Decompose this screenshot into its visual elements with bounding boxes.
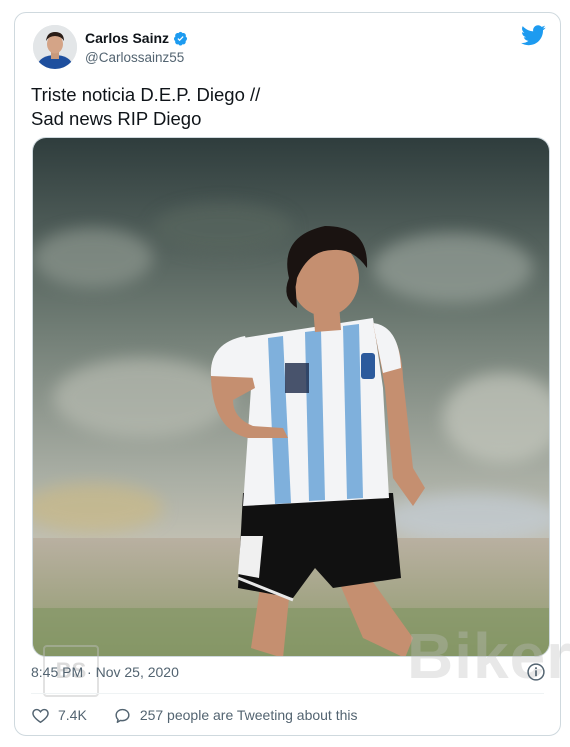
tweet-card[interactable]: Carlos Sainz @Carlossainz55 Triste notic… (14, 12, 570, 736)
conversation-text[interactable]: 257 people are Tweeting about this (140, 707, 358, 723)
meta-separator: · (83, 664, 96, 680)
tweet-timestamp[interactable]: 8:45 PM · Nov 25, 2020 (31, 664, 179, 680)
tweet-actions: 7.4K 257 people are Tweeting about this (31, 703, 384, 727)
twitter-bird-icon[interactable] (521, 25, 546, 46)
tweet-text-line-1: Triste noticia D.E.P. Diego // (31, 84, 261, 105)
footballer-photo[interactable] (33, 138, 550, 657)
avatar[interactable] (33, 25, 77, 69)
author-handle[interactable]: @Carlossainz55 (85, 50, 184, 65)
tweet-text-line-2: Sad news RIP Diego (31, 108, 202, 129)
info-icon[interactable] (526, 662, 546, 682)
verified-badge-icon (174, 31, 188, 45)
tweet-photo[interactable] (32, 137, 550, 657)
divider (31, 693, 544, 694)
like-button[interactable]: 7.4K (31, 706, 87, 725)
heart-icon[interactable] (31, 706, 50, 725)
author-name[interactable]: Carlos Sainz (85, 30, 188, 46)
tweet-text: Triste noticia D.E.P. Diego // Sad news … (31, 83, 541, 131)
tweet-date[interactable]: Nov 25, 2020 (96, 664, 179, 680)
author-name-text[interactable]: Carlos Sainz (85, 30, 169, 46)
conversation-button[interactable]: 257 people are Tweeting about this (113, 706, 358, 725)
tweet-time[interactable]: 8:45 PM (31, 664, 83, 680)
like-count[interactable]: 7.4K (58, 707, 87, 723)
speech-bubble-icon[interactable] (113, 706, 132, 725)
